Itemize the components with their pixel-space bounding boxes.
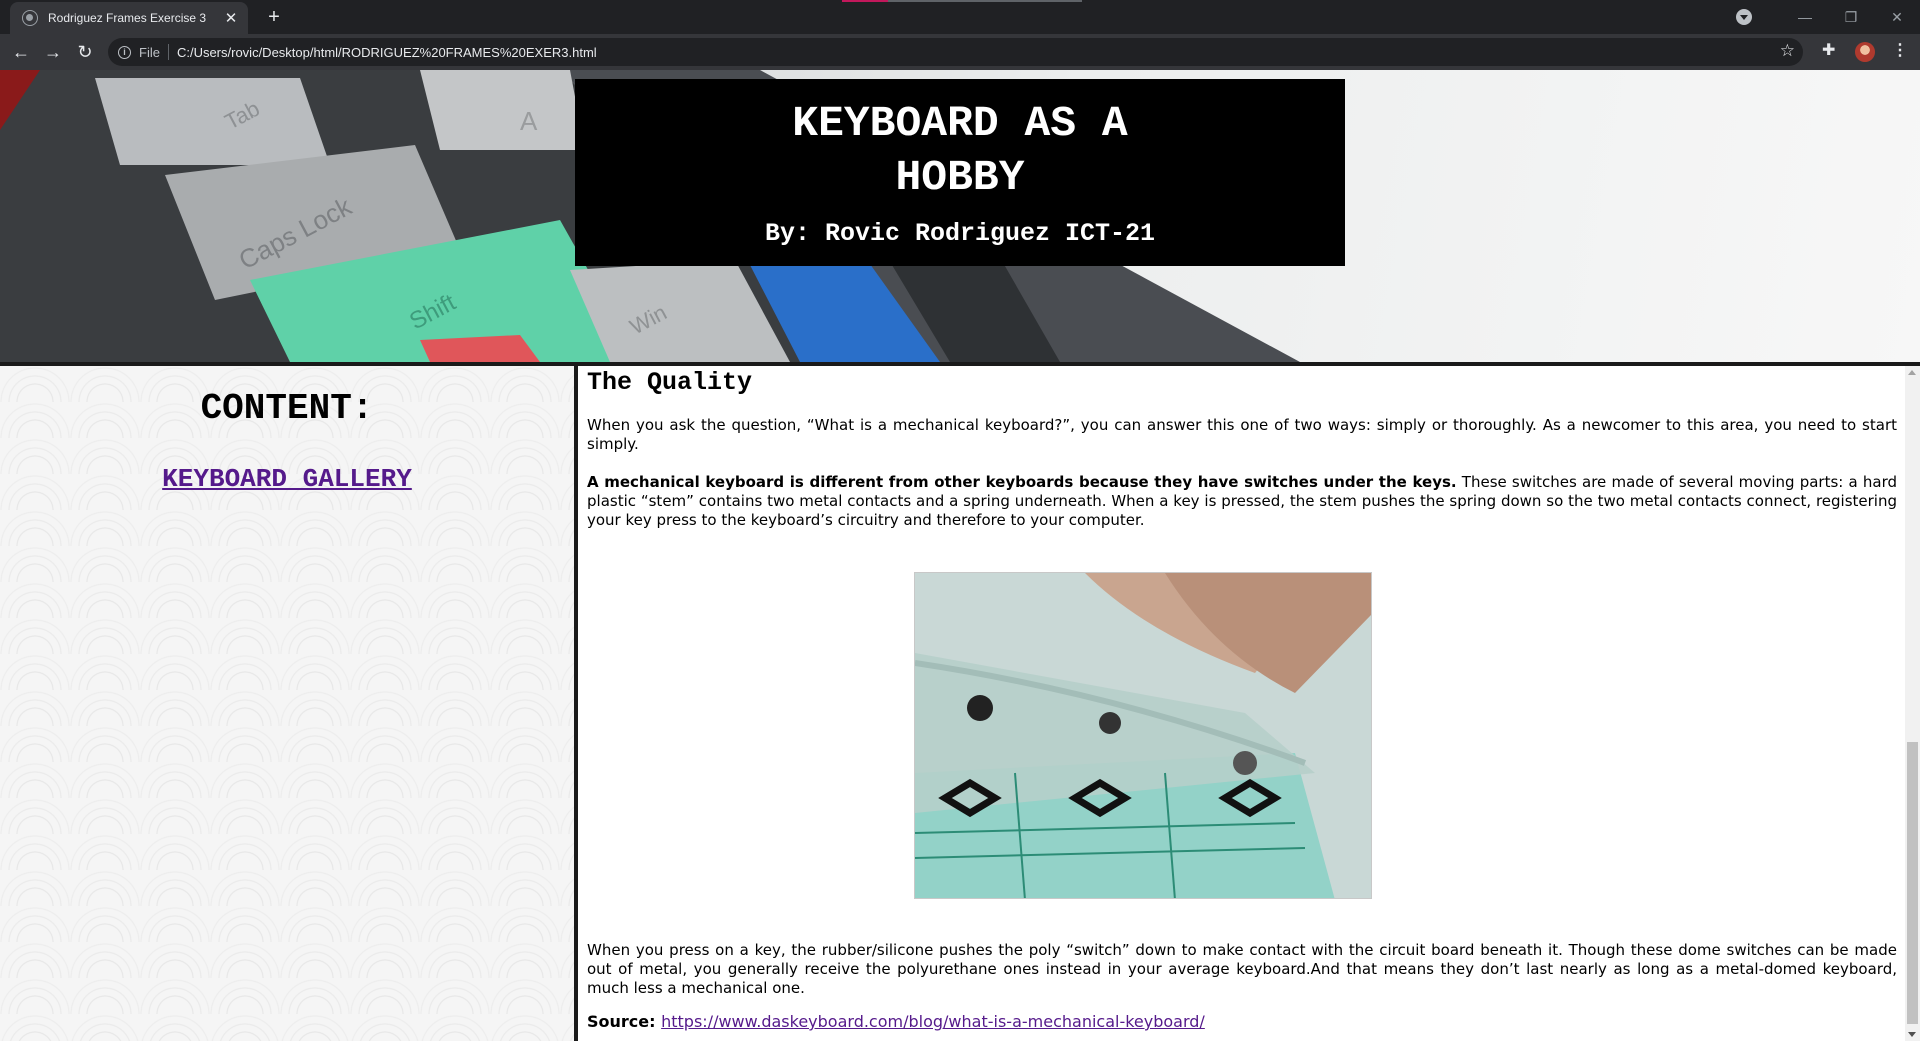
new-tab-button[interactable]: + [262,5,286,29]
window-controls: — ❐ ✕ [1736,0,1920,34]
article: The Quality When you ask the question, “… [587,366,1897,1031]
paragraph-intro: When you ask the question, “What is a me… [587,416,1897,453]
title-box: KEYBOARD AS A HOBBY By: Rovic Rodriguez … [575,79,1345,266]
url-text[interactable]: C:/Users/rovic/Desktop/html/RODRIGUEZ%20… [177,45,597,60]
content-heading: CONTENT: [200,388,374,429]
page-title: KEYBOARD AS A HOBBY [575,97,1345,205]
tab-search-icon[interactable] [1736,9,1752,25]
content-frame: The Quality When you ask the question, “… [578,366,1920,1041]
source-link[interactable]: https://www.daskeyboard.com/blog/what-is… [661,1012,1205,1031]
scroll-down-arrow-icon[interactable] [1908,1032,1916,1037]
tab-close-button[interactable]: ✕ [222,9,240,27]
membrane-switch-illustration [915,573,1371,898]
back-button[interactable]: ← [9,40,33,64]
keycap-a: A [420,70,585,150]
paragraph-switches: A mechanical keyboard is different from … [587,473,1897,530]
membrane-switch-image [914,572,1372,899]
tab-strip: Rodriguez Frames Exercise 3 ✕ + — ❐ ✕ [0,0,1920,34]
globe-icon [22,10,38,26]
page-viewport: Tab A Caps Lock Shift Win KEYBOARD AS A … [0,70,1920,1041]
scroll-thumb[interactable] [1907,742,1918,1024]
restore-button[interactable]: ❐ [1828,9,1874,26]
source-label: Source: [587,1012,662,1031]
info-icon[interactable]: i [118,45,131,59]
page-title-line-2: HOBBY [895,153,1025,202]
content-scrollbar[interactable] [1905,366,1920,1041]
scheme-label: File [139,44,160,60]
navigation-frame: CONTENT: KEYBOARD GALLERY [0,366,574,1041]
browser-tab[interactable]: Rodriguez Frames Exercise 3 ✕ [10,2,248,34]
keycap-label: A [520,106,538,136]
browser-toolbar: ← → ↻ i File C:/Users/rovic/Desktop/html… [0,34,1920,70]
extensions-icon[interactable]: ✚ [1822,40,1835,60]
profile-avatar[interactable] [1855,42,1875,62]
star-icon[interactable]: ☆ [1780,41,1795,61]
source-line: Source: https://www.daskeyboard.com/blog… [587,1012,1897,1031]
paragraph-bold-lead: A mechanical keyboard is different from … [587,473,1457,491]
keyboard-gallery-link[interactable]: KEYBOARD GALLERY [0,464,574,494]
scroll-up-arrow-icon[interactable] [1908,370,1916,375]
tab-title: Rodriguez Frames Exercise 3 [48,11,207,25]
omnibox-divider [167,44,169,60]
page-title-line-1: KEYBOARD AS A [792,99,1128,148]
close-window-button[interactable]: ✕ [1874,9,1920,26]
author-byline: By: Rovic Rodriguez ICT-21 [764,219,1156,248]
paragraph-dome-switches: When you press on a key, the rubber/sili… [587,941,1897,997]
menu-icon[interactable]: ⋮ [1892,40,1908,60]
keycap-tab: Tab [95,78,330,165]
forward-button[interactable]: → [41,40,65,64]
banner-frame: Tab A Caps Lock Shift Win KEYBOARD AS A … [0,70,1920,362]
minimize-button[interactable]: — [1782,9,1828,25]
reload-button[interactable]: ↻ [73,40,97,64]
top-accent-bar [842,0,1082,2]
section-title: The Quality [587,368,753,397]
address-bar[interactable]: i File C:/Users/rovic/Desktop/html/RODRI… [108,38,1803,66]
